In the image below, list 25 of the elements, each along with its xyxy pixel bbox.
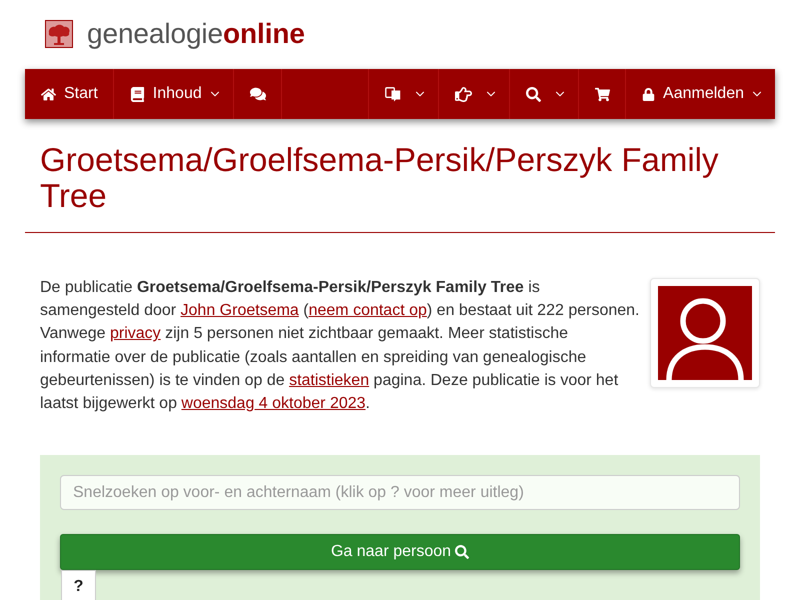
nav-menu-item[interactable]: Inhoud xyxy=(114,69,234,119)
chat-bubbles-icon xyxy=(250,86,266,102)
site-logo-text[interactable]: genealogieonline xyxy=(87,18,305,50)
nav-menu-item[interactable]: Aanmelden xyxy=(625,69,775,119)
home-icon xyxy=(41,86,56,102)
text-link[interactable]: John Groetsema xyxy=(180,302,299,320)
search-icon xyxy=(526,86,542,102)
tree-logo-icon xyxy=(45,20,73,48)
pointing-hand-icon xyxy=(455,86,472,102)
text-link[interactable]: neem contact op xyxy=(308,302,427,320)
text-link[interactable]: woensdag 4 oktober 2023 xyxy=(181,395,366,412)
text-link[interactable]: privacy xyxy=(110,325,161,342)
lock-icon xyxy=(642,88,656,100)
search-input-field[interactable]: Snelzoeken op voor- en achternaam (klik op ? voor meer uitleg) xyxy=(60,475,740,510)
go-to-person-button[interactable]: Ga naar persoon xyxy=(60,534,740,570)
text-link[interactable]: statistieken xyxy=(289,372,370,389)
overlapping-cards-icon xyxy=(385,86,402,102)
nav-menu-item[interactable]: Start xyxy=(25,69,114,119)
book-icon xyxy=(130,86,145,102)
intro-paragraph: De publicatie Groetsema/Groelfsema-Persik/Perszyk Family Tree is samengesteld door John Groetsema (neem contact op) en bestaat uit 222 personen. Vanwege privacy zijn 5 personen niet zichtbaar gemaakt. Meer statistische informatie over de publicatie (zoals aantallen en spreiding van genealogische gebeurtenissen) is te vinden op de statistieken pagina. Deze publicatie is voor het laatst bijgewerkt op woensdag 4 oktober 2023. xyxy=(40,278,640,414)
cart-icon xyxy=(595,86,610,102)
person-avatar-icon xyxy=(658,286,752,380)
help-button[interactable]: ? xyxy=(61,570,96,600)
search-icon xyxy=(455,545,470,560)
page-title: Groetsema/Groelfsema-Persik/Perszyk Family Tree xyxy=(40,142,720,214)
